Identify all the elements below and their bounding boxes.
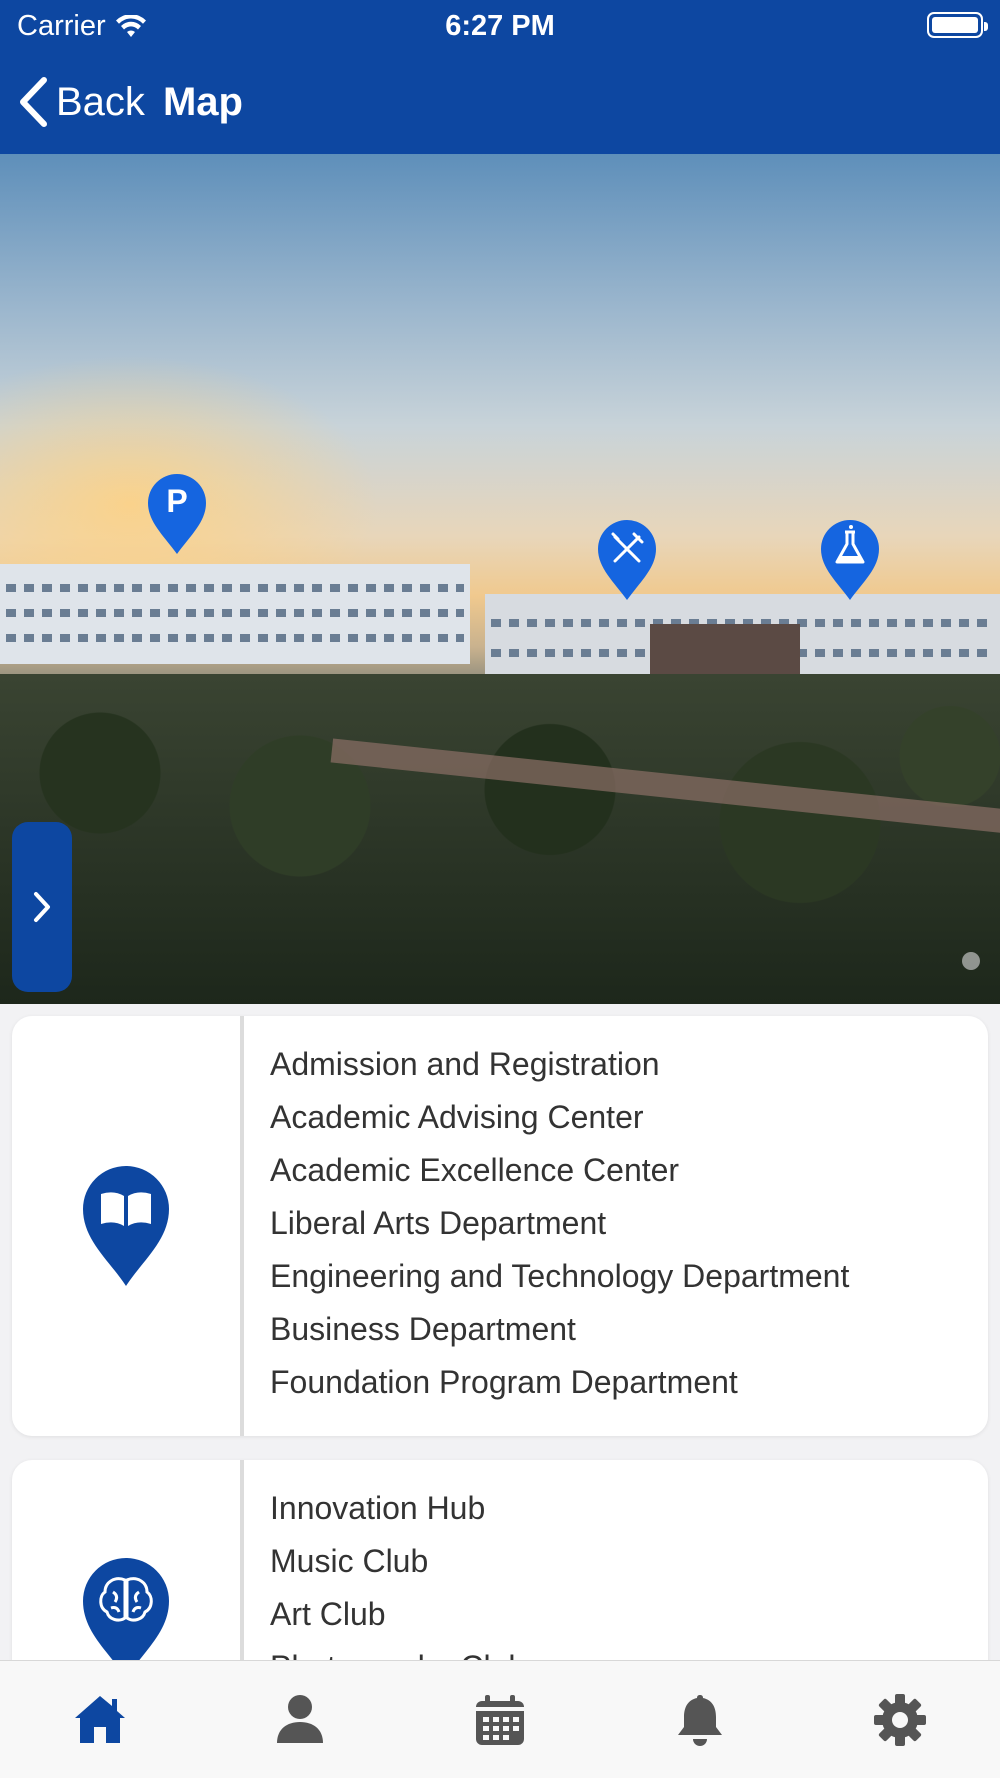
card-list: Admission and Registration Academic Advi… — [244, 1016, 849, 1436]
bell-icon — [678, 1695, 722, 1746]
parking-marker-label: P — [166, 483, 188, 519]
back-label: Back — [56, 79, 145, 124]
tab-profile[interactable] — [200, 1661, 400, 1778]
person-icon — [277, 1695, 323, 1743]
status-time: 6:27 PM — [445, 10, 555, 42]
list-item[interactable]: Business Department — [270, 1303, 849, 1356]
map-scroll-indicator — [962, 952, 980, 970]
dining-marker[interactable] — [596, 518, 658, 607]
lab-marker[interactable] — [819, 518, 881, 607]
list-item[interactable]: Academic Excellence Center — [270, 1144, 849, 1197]
header: Carrier 6:27 PM Back Map — [0, 0, 1000, 154]
tab-notifications[interactable] — [600, 1661, 800, 1778]
campus-map[interactable]: P — [0, 154, 1000, 1004]
chevron-right-icon — [34, 892, 50, 922]
status-bar: Carrier 6:27 PM — [0, 0, 1000, 52]
page-title: Map — [162, 79, 243, 124]
list-item[interactable]: Innovation Hub — [270, 1482, 526, 1535]
tab-home[interactable] — [0, 1661, 200, 1778]
list-item[interactable]: Art Club — [270, 1588, 526, 1641]
list-item[interactable]: Foundation Program Department — [270, 1356, 849, 1409]
tab-calendar[interactable] — [400, 1661, 600, 1778]
location-card-departments: Admission and Registration Academic Advi… — [12, 1016, 988, 1436]
list-item[interactable]: Academic Advising Center — [270, 1091, 849, 1144]
parking-marker[interactable]: P — [146, 472, 208, 561]
list-item[interactable]: Liberal Arts Department — [270, 1197, 849, 1250]
tab-settings[interactable] — [800, 1661, 1000, 1778]
building — [0, 564, 470, 664]
calendar-icon — [476, 1695, 524, 1745]
home-icon — [75, 1696, 125, 1743]
tab-bar — [0, 1660, 1000, 1778]
list-item[interactable]: Music Club — [270, 1535, 526, 1588]
back-button[interactable]: Back — [0, 77, 145, 127]
trees — [0, 674, 1000, 1004]
battery-icon — [927, 12, 988, 38]
book-marker-icon — [83, 1166, 169, 1286]
list-item[interactable]: Engineering and Technology Department — [270, 1250, 849, 1303]
list-item[interactable]: Admission and Registration — [270, 1038, 849, 1091]
card-icon-column — [12, 1016, 244, 1436]
navigation-bar: Back Map — [0, 62, 243, 142]
chevron-left-icon — [20, 77, 47, 127]
gear-icon — [874, 1694, 926, 1746]
drawer-toggle-button[interactable] — [12, 822, 72, 992]
